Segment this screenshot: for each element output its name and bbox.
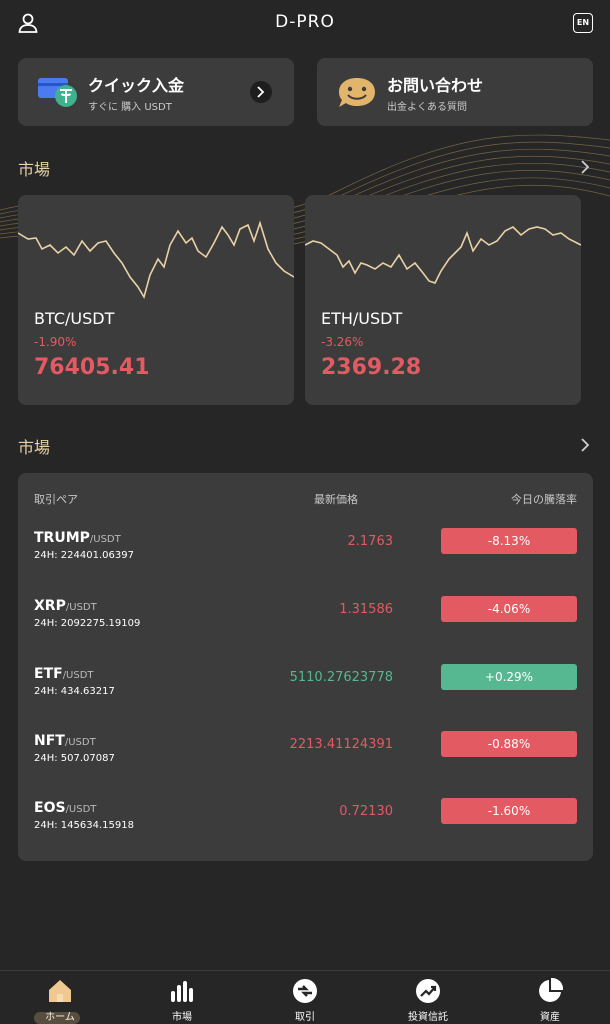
row-last-price: 0.72130 bbox=[339, 804, 393, 819]
header-change: 今日の騰落率 bbox=[511, 493, 577, 506]
active-tab-indicator bbox=[34, 1012, 80, 1024]
chevron-right-icon[interactable] bbox=[250, 81, 272, 103]
card-price: 76405.41 bbox=[34, 355, 150, 380]
row-volume: 24H: 507.07087 bbox=[34, 753, 115, 764]
bottom-nav: ホーム 市場 取引 投資信託 資産 bbox=[0, 970, 610, 1024]
row-last-price: 1.31586 bbox=[339, 602, 393, 617]
card-price: 2369.28 bbox=[321, 355, 422, 380]
row-quote: /USDT bbox=[65, 602, 97, 613]
pie-chart-icon bbox=[539, 977, 564, 1002]
row-last-price: 5110.27623778 bbox=[289, 670, 393, 685]
market-section-title: 市場 bbox=[18, 160, 51, 179]
nav-assets[interactable]: 資産 bbox=[505, 977, 595, 1023]
card-pair: BTC/USDT bbox=[34, 309, 115, 328]
row-base: ETF bbox=[34, 666, 63, 682]
nav-fund[interactable]: 投資信託 bbox=[383, 977, 473, 1023]
row-volume: 24H: 434.63217 bbox=[34, 686, 115, 697]
header-pair: 取引ペア bbox=[34, 493, 78, 506]
row-base: NFT bbox=[34, 733, 65, 749]
market-list-title: 市場 bbox=[18, 438, 51, 457]
table-row[interactable]: ETF/USDT 24H: 434.63217 5110.27623778 +0… bbox=[18, 662, 593, 722]
row-volume: 24H: 224401.06397 bbox=[34, 550, 134, 561]
trade-swap-icon bbox=[293, 979, 317, 1003]
language-toggle-icon[interactable]: EN bbox=[573, 13, 593, 33]
table-row[interactable]: EOS/USDT 24H: 145634.15918 0.72130 -1.60… bbox=[18, 796, 593, 856]
card-pair: ETH/USDT bbox=[321, 309, 403, 328]
row-change-badge: -1.60% bbox=[441, 798, 577, 824]
row-last-price: 2213.41124391 bbox=[289, 737, 393, 752]
quick-deposit-card[interactable]: クイック入金 すぐに 購入 USDT bbox=[18, 58, 294, 126]
row-base: XRP bbox=[34, 598, 66, 614]
market-card-eth[interactable]: ETH/USDT -3.26% 2369.28 bbox=[305, 195, 581, 405]
contact-support-sub: 出金よくある質問 bbox=[387, 102, 467, 113]
market-table: 取引ペア 最新価格 今日の騰落率 TRUMP/USDT 24H: 224401.… bbox=[18, 473, 593, 861]
nav-trade[interactable]: 取引 bbox=[260, 977, 350, 1023]
app-title: D-PRO bbox=[275, 12, 335, 32]
row-quote: /USDT bbox=[64, 737, 96, 748]
chat-face-icon bbox=[339, 78, 375, 107]
table-row[interactable]: NFT/USDT 24H: 507.07087 2213.41124391 -0… bbox=[18, 729, 593, 789]
card-change: -1.90% bbox=[34, 335, 77, 349]
row-change-badge: -0.88% bbox=[441, 731, 577, 757]
row-base: EOS bbox=[34, 800, 66, 816]
market-card-btc[interactable]: BTC/USDT -1.90% 76405.41 bbox=[18, 195, 294, 405]
chevron-right-icon[interactable] bbox=[578, 438, 592, 452]
row-last-price: 2.1763 bbox=[347, 534, 394, 549]
eth-sparkline bbox=[305, 226, 581, 284]
row-volume: 24H: 145634.15918 bbox=[34, 820, 134, 831]
row-quote: /USDT bbox=[89, 534, 121, 545]
contact-support-label: お問い合わせ bbox=[387, 76, 484, 95]
nav-market-label: 市場 bbox=[172, 1012, 192, 1023]
card-change: -3.26% bbox=[321, 335, 364, 349]
nav-trade-label: 取引 bbox=[295, 1012, 315, 1023]
row-quote: /USDT bbox=[62, 670, 94, 681]
row-change-badge: +0.29% bbox=[441, 664, 577, 690]
bar-chart-icon bbox=[171, 981, 193, 1002]
wallet-usdt-icon bbox=[38, 78, 77, 107]
table-row[interactable]: XRP/USDT 24H: 2092275.19109 1.31586 -4.0… bbox=[18, 594, 593, 654]
row-quote: /USDT bbox=[65, 804, 97, 815]
nav-assets-label: 資産 bbox=[540, 1012, 560, 1023]
nav-fund-label: 投資信託 bbox=[408, 1012, 448, 1023]
btc-sparkline bbox=[18, 220, 294, 300]
row-base: TRUMP bbox=[34, 530, 90, 546]
chevron-right-icon[interactable] bbox=[578, 160, 592, 174]
row-change-badge: -8.13% bbox=[441, 528, 577, 554]
top-header: D-PRO EN bbox=[0, 0, 610, 48]
contact-support-card[interactable]: お問い合わせ 出金よくある質問 bbox=[317, 58, 593, 126]
quick-deposit-label: クイック入金 bbox=[88, 76, 185, 95]
quick-deposit-sub: すぐに 購入 USDT bbox=[88, 102, 172, 113]
table-row[interactable]: TRUMP/USDT 24H: 224401.06397 2.1763 -8.1… bbox=[18, 526, 593, 586]
row-volume: 24H: 2092275.19109 bbox=[34, 618, 141, 629]
header-last-price: 最新価格 bbox=[314, 493, 358, 506]
home-icon bbox=[49, 980, 71, 1002]
trend-up-icon bbox=[416, 979, 440, 1003]
row-change-badge: -4.06% bbox=[441, 596, 577, 622]
nav-market[interactable]: 市場 bbox=[137, 977, 227, 1023]
